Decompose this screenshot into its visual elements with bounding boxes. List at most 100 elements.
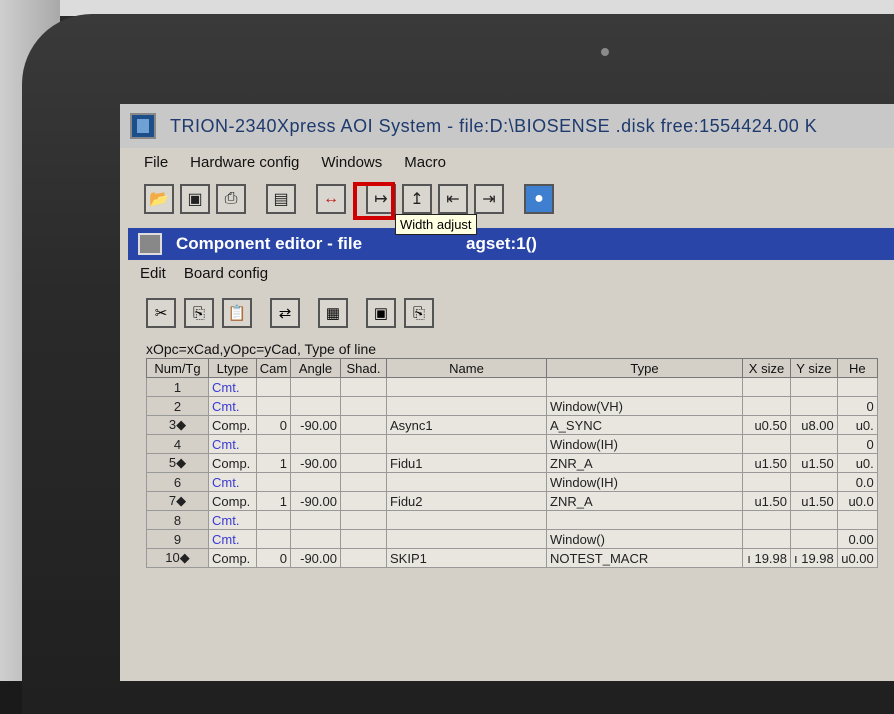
paste-button[interactable]: 📋: [222, 298, 252, 328]
cell-type[interactable]: [546, 377, 743, 397]
cell-shad[interactable]: [340, 491, 387, 511]
cell-type[interactable]: ZNR_A: [546, 491, 743, 511]
col-type[interactable]: Type: [546, 358, 743, 378]
cell-shad[interactable]: [340, 396, 387, 416]
cell-angle[interactable]: -90.00: [290, 491, 341, 511]
cell-cam[interactable]: 0: [256, 415, 291, 435]
cell-ysize[interactable]: [790, 434, 838, 454]
table-row[interactable]: 9 Cmt. Window() 0.00: [146, 529, 878, 549]
cell-angle[interactable]: [290, 510, 341, 530]
height-adjust-button[interactable]: ↥: [402, 184, 432, 214]
cell-shad[interactable]: [340, 548, 387, 568]
align-right-button[interactable]: ⇥: [474, 184, 504, 214]
copy-button[interactable]: ⎘: [184, 298, 214, 328]
cell-num[interactable]: 4: [146, 434, 209, 454]
cell-num[interactable]: 7◆: [146, 491, 209, 511]
table-row[interactable]: 4 Cmt. Window(IH) 0: [146, 434, 878, 454]
cell-shad[interactable]: [340, 453, 387, 473]
cell-ltype[interactable]: Comp.: [208, 415, 257, 435]
table-row[interactable]: 3◆ Comp. 0 -90.00 Async1 A_SYNC u0.50 u8.00 u0.: [146, 415, 878, 435]
cell-name[interactable]: Fidu2: [386, 491, 547, 511]
col-height[interactable]: He: [836, 358, 878, 378]
cell-ltype[interactable]: Comp.: [208, 491, 257, 511]
cell-type[interactable]: Window(IH): [546, 434, 743, 454]
cell-he[interactable]: u0.0: [836, 491, 878, 511]
col-shad[interactable]: Shad.: [340, 358, 387, 378]
cell-ysize[interactable]: [790, 377, 838, 397]
cell-type[interactable]: [546, 510, 743, 530]
import-button[interactable]: ⎘: [404, 298, 434, 328]
cut-button[interactable]: ✂: [146, 298, 176, 328]
cell-ltype[interactable]: Cmt.: [208, 377, 257, 397]
cell-angle[interactable]: [290, 472, 341, 492]
cell-cam[interactable]: [256, 510, 291, 530]
col-name[interactable]: Name: [386, 358, 547, 378]
properties-button[interactable]: ▤: [266, 184, 296, 214]
col-angle[interactable]: Angle: [290, 358, 341, 378]
cell-angle[interactable]: -90.00: [290, 415, 341, 435]
cell-name[interactable]: Async1: [386, 415, 547, 435]
col-xsize[interactable]: X size: [742, 358, 791, 378]
cell-shad[interactable]: [340, 377, 387, 397]
cell-ysize[interactable]: [790, 529, 838, 549]
col-ysize[interactable]: Y size: [790, 358, 838, 378]
cell-ysize[interactable]: u1.50: [790, 453, 838, 473]
menu-board-config[interactable]: Board config: [184, 265, 268, 282]
cell-name[interactable]: [386, 396, 547, 416]
cell-cam[interactable]: [256, 396, 291, 416]
cell-ltype[interactable]: Cmt.: [208, 529, 257, 549]
print-button[interactable]: ⎙: [216, 184, 246, 214]
table-row[interactable]: 7◆ Comp. 1 -90.00 Fidu2 ZNR_A u1.50 u1.50 u0.0: [146, 491, 878, 511]
cell-ysize[interactable]: [790, 472, 838, 492]
cell-he[interactable]: 0.00: [836, 529, 878, 549]
cell-cam[interactable]: 0: [256, 548, 291, 568]
save-data-button[interactable]: ▣: [366, 298, 396, 328]
cell-shad[interactable]: [340, 529, 387, 549]
cell-angle[interactable]: [290, 396, 341, 416]
cell-xsize[interactable]: [742, 472, 791, 492]
cell-he[interactable]: 0: [836, 434, 878, 454]
cell-num[interactable]: 1: [146, 377, 209, 397]
cell-num[interactable]: 5◆: [146, 453, 209, 473]
cell-type[interactable]: NOTEST_MACR: [546, 548, 743, 568]
cell-angle[interactable]: -90.00: [290, 548, 341, 568]
cell-ltype[interactable]: Cmt.: [208, 434, 257, 454]
cell-type[interactable]: Window(IH): [546, 472, 743, 492]
menu-file[interactable]: File: [144, 154, 168, 171]
grid-edit-button[interactable]: ▦: [318, 298, 348, 328]
cell-name[interactable]: Fidu1: [386, 453, 547, 473]
cell-angle[interactable]: [290, 434, 341, 454]
cell-name[interactable]: [386, 510, 547, 530]
cell-name[interactable]: [386, 434, 547, 454]
col-ltype[interactable]: Ltype: [208, 358, 257, 378]
menu-hardware-config[interactable]: Hardware config: [190, 154, 299, 171]
move-button[interactable]: ↔: [316, 184, 346, 214]
cell-angle[interactable]: -90.00: [290, 453, 341, 473]
cell-ltype[interactable]: Cmt.: [208, 472, 257, 492]
menu-macro[interactable]: Macro: [404, 154, 446, 171]
cell-num[interactable]: 6: [146, 472, 209, 492]
cell-num[interactable]: 8: [146, 510, 209, 530]
save-button[interactable]: ▣: [180, 184, 210, 214]
cell-shad[interactable]: [340, 510, 387, 530]
cell-ysize[interactable]: ı 19.98: [790, 548, 838, 568]
window-icon[interactable]: [138, 233, 162, 255]
cell-type[interactable]: Window(): [546, 529, 743, 549]
cell-he[interactable]: [836, 510, 878, 530]
menu-windows[interactable]: Windows: [321, 154, 382, 171]
cell-name[interactable]: [386, 472, 547, 492]
cell-shad[interactable]: [340, 434, 387, 454]
cell-num[interactable]: 3◆: [146, 415, 209, 435]
cell-ysize[interactable]: u8.00: [790, 415, 838, 435]
table-row[interactable]: 10◆ Comp. 0 -90.00 SKIP1 NOTEST_MACR ı 19.98 ı …: [146, 548, 878, 568]
cell-xsize[interactable]: [742, 510, 791, 530]
cell-name[interactable]: [386, 377, 547, 397]
cell-num[interactable]: 9: [146, 529, 209, 549]
cell-ysize[interactable]: u1.50: [790, 491, 838, 511]
cell-xsize[interactable]: u1.50: [742, 491, 791, 511]
cell-cam[interactable]: 1: [256, 491, 291, 511]
cell-cam[interactable]: 1: [256, 453, 291, 473]
cell-shad[interactable]: [340, 415, 387, 435]
cell-name[interactable]: [386, 529, 547, 549]
cell-angle[interactable]: [290, 529, 341, 549]
